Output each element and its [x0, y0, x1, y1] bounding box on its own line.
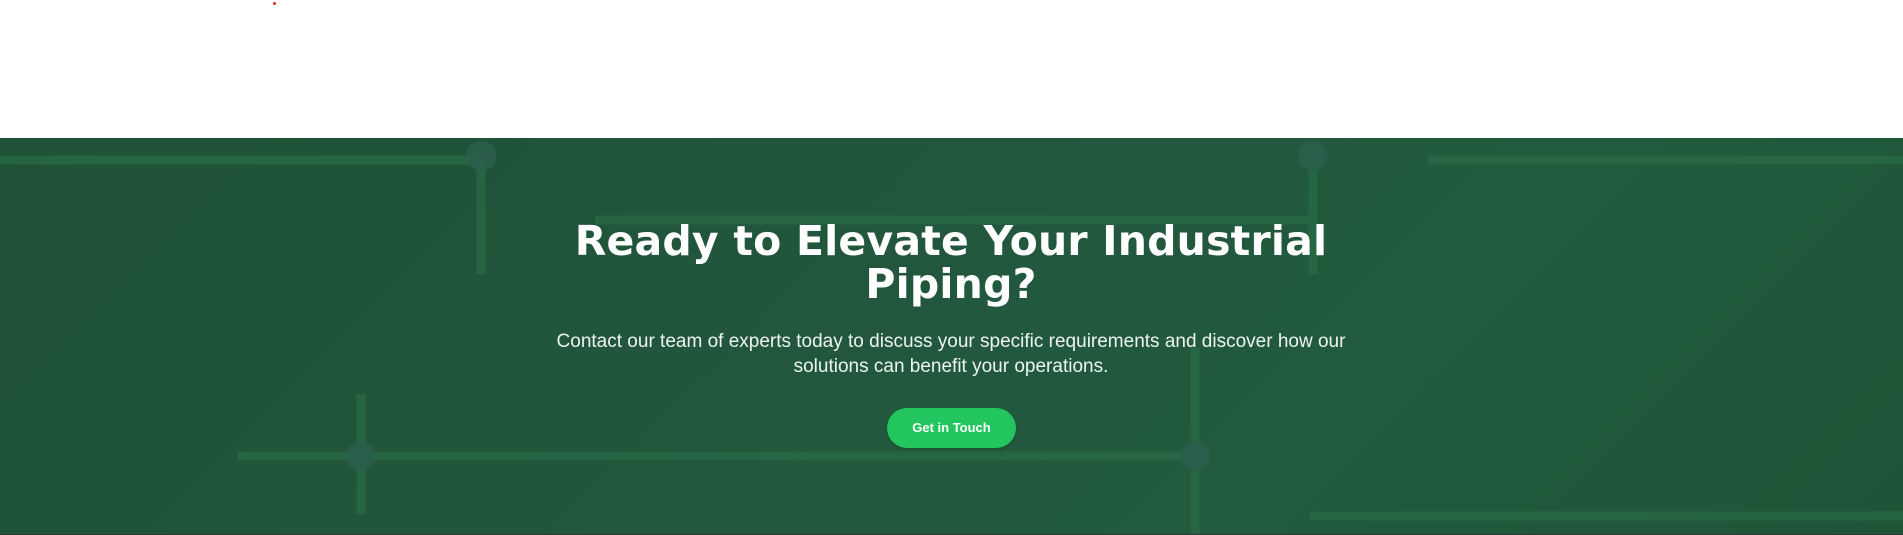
cta-section: Ready to Elevate Your Industrial Piping?… — [0, 138, 1903, 534]
cta-description: Contact our team of experts today to dis… — [556, 331, 1346, 377]
cta-content: Ready to Elevate Your Industrial Piping?… — [0, 138, 1903, 534]
red-dot-marker — [273, 2, 276, 5]
page-top-blank-area — [0, 0, 1903, 138]
cta-heading: Ready to Elevate Your Industrial Piping? — [574, 217, 1328, 308]
get-in-touch-button[interactable]: Get in Touch — [887, 408, 1016, 448]
